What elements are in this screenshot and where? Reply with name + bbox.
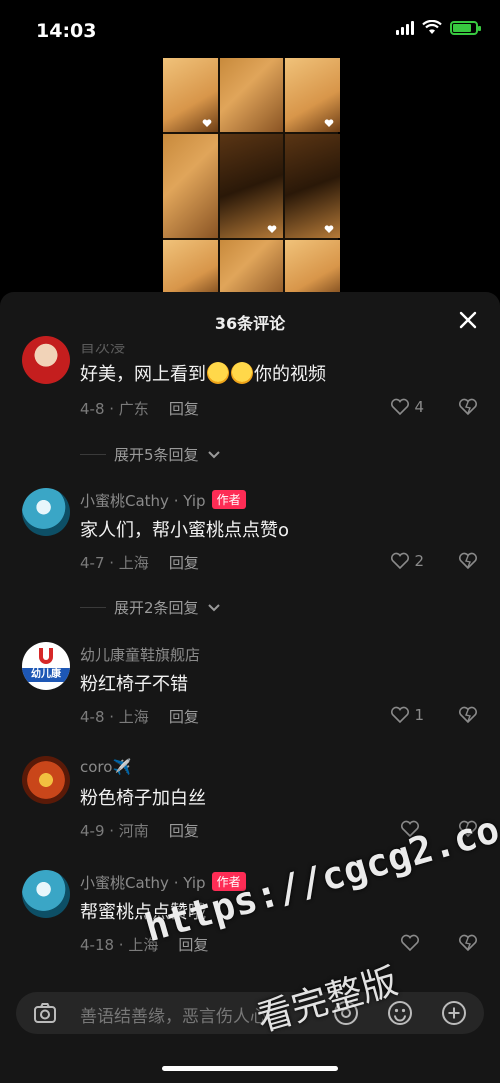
comment-date-location: 4-9 · 河南	[80, 822, 149, 840]
username-text: 小蜜桃Cathy · Yip	[80, 492, 206, 510]
comment-username[interactable]: 幼儿康童鞋旗舰店	[80, 644, 200, 665]
comment-meta: 4-8 · 上海 回复	[80, 706, 199, 727]
dislike-icon[interactable]	[458, 552, 478, 570]
status-icons	[396, 20, 481, 35]
heart-icon	[267, 225, 277, 233]
battery-icon	[450, 20, 481, 35]
like-button[interactable]: 1	[390, 706, 424, 724]
expand-replies-button[interactable]: 展开5条回复	[80, 444, 221, 465]
reply-button[interactable]: 回复	[169, 822, 199, 840]
username-text: 小蜜桃Cathy · Yip	[80, 874, 206, 892]
signal-icon	[396, 20, 414, 35]
comment-text-part: 你的视频	[254, 364, 326, 385]
divider	[80, 454, 106, 455]
comment-date-location: 4-7 · 上海	[80, 554, 149, 572]
heart-icon	[324, 225, 334, 233]
like-button[interactable]	[400, 934, 424, 952]
status-bar: 14:03	[0, 0, 500, 58]
home-indicator[interactable]	[162, 1066, 338, 1071]
collage-tile	[163, 134, 218, 238]
status-time: 14:03	[36, 20, 97, 42]
comment-sheet: 36条评论 首次浸 好美，网上看到 你的视频 4-8 · 广东 回复 4 展开5条回…	[0, 292, 500, 1083]
comment-count-title: 36条评论	[214, 314, 286, 333]
author-badge: 作者	[211, 490, 246, 509]
collage-tile	[285, 58, 340, 132]
plus-icon[interactable]	[440, 999, 468, 1027]
comment-text: 好美，网上看到 你的视频	[80, 360, 326, 386]
like-count: 4	[414, 398, 424, 416]
dislike-icon[interactable]	[458, 398, 478, 416]
comment-input-bar[interactable]: 善语结善缘，恶言伤人心	[16, 992, 484, 1034]
expand-replies-label: 展开5条回复	[114, 446, 199, 464]
video-collage[interactable]	[163, 58, 340, 302]
heart-icon	[391, 552, 410, 570]
like-button[interactable]: 4	[390, 398, 424, 416]
collage-tile	[220, 134, 283, 238]
avatar[interactable]: 幼儿康	[22, 642, 70, 690]
comment-input[interactable]: 善语结善缘，恶言伤人心	[80, 1002, 267, 1027]
avatar-brand-text: 幼儿康	[22, 668, 70, 682]
heart-icon	[324, 119, 334, 127]
comment-text-part: 好美，网上看到	[80, 364, 206, 385]
comment-meta: 4-7 · 上海 回复	[80, 552, 199, 573]
collage-tile	[220, 58, 283, 132]
avatar[interactable]	[22, 870, 70, 918]
collage-tile	[163, 58, 218, 132]
reply-button[interactable]: 回复	[169, 554, 199, 572]
reply-button[interactable]: 回复	[169, 708, 199, 726]
avatar[interactable]	[22, 756, 70, 804]
magnet-icon	[39, 648, 53, 664]
comment-username[interactable]: 小蜜桃Cathy · Yip 作者	[80, 490, 246, 511]
chevron-down-icon	[207, 603, 220, 611]
expand-replies-button[interactable]: 展开2条回复	[80, 597, 221, 618]
like-count: 1	[414, 706, 424, 724]
heart-icon	[391, 398, 410, 416]
dislike-icon[interactable]	[458, 934, 478, 952]
emoji-icon	[207, 362, 229, 384]
heart-icon	[400, 934, 420, 952]
comment-text: 粉红椅子不错	[80, 674, 188, 695]
collage-tile	[285, 134, 340, 238]
expand-replies-label: 展开2条回复	[114, 599, 199, 617]
dislike-icon[interactable]	[458, 706, 478, 724]
sheet-header: 36条评论	[0, 292, 500, 348]
avatar[interactable]	[22, 488, 70, 536]
comment-username[interactable]: coro✈️	[80, 758, 131, 776]
wifi-icon	[422, 20, 442, 34]
heart-icon	[202, 119, 212, 127]
chevron-down-icon	[207, 450, 220, 458]
divider	[80, 607, 106, 608]
comment-date-location: 4-8 · 广东	[80, 400, 149, 418]
emoji-icon	[231, 362, 253, 384]
close-icon[interactable]	[456, 308, 480, 332]
reply-button[interactable]: 回复	[169, 400, 199, 418]
like-button[interactable]: 2	[390, 552, 424, 570]
comment-date-location: 4-18 · 上海	[80, 936, 159, 954]
heart-icon	[391, 706, 410, 724]
comment-meta: 4-8 · 广东 回复	[80, 398, 199, 419]
comment-date-location: 4-8 · 上海	[80, 708, 149, 726]
like-count: 2	[414, 552, 424, 570]
comment-text: 粉色椅子加白丝	[80, 788, 206, 809]
comment-text: 家人们，帮小蜜桃点点赞o	[80, 520, 290, 541]
camera-icon[interactable]	[32, 1000, 58, 1026]
comment-meta: 4-9 · 河南 回复	[80, 820, 199, 841]
avatar[interactable]	[22, 336, 70, 384]
